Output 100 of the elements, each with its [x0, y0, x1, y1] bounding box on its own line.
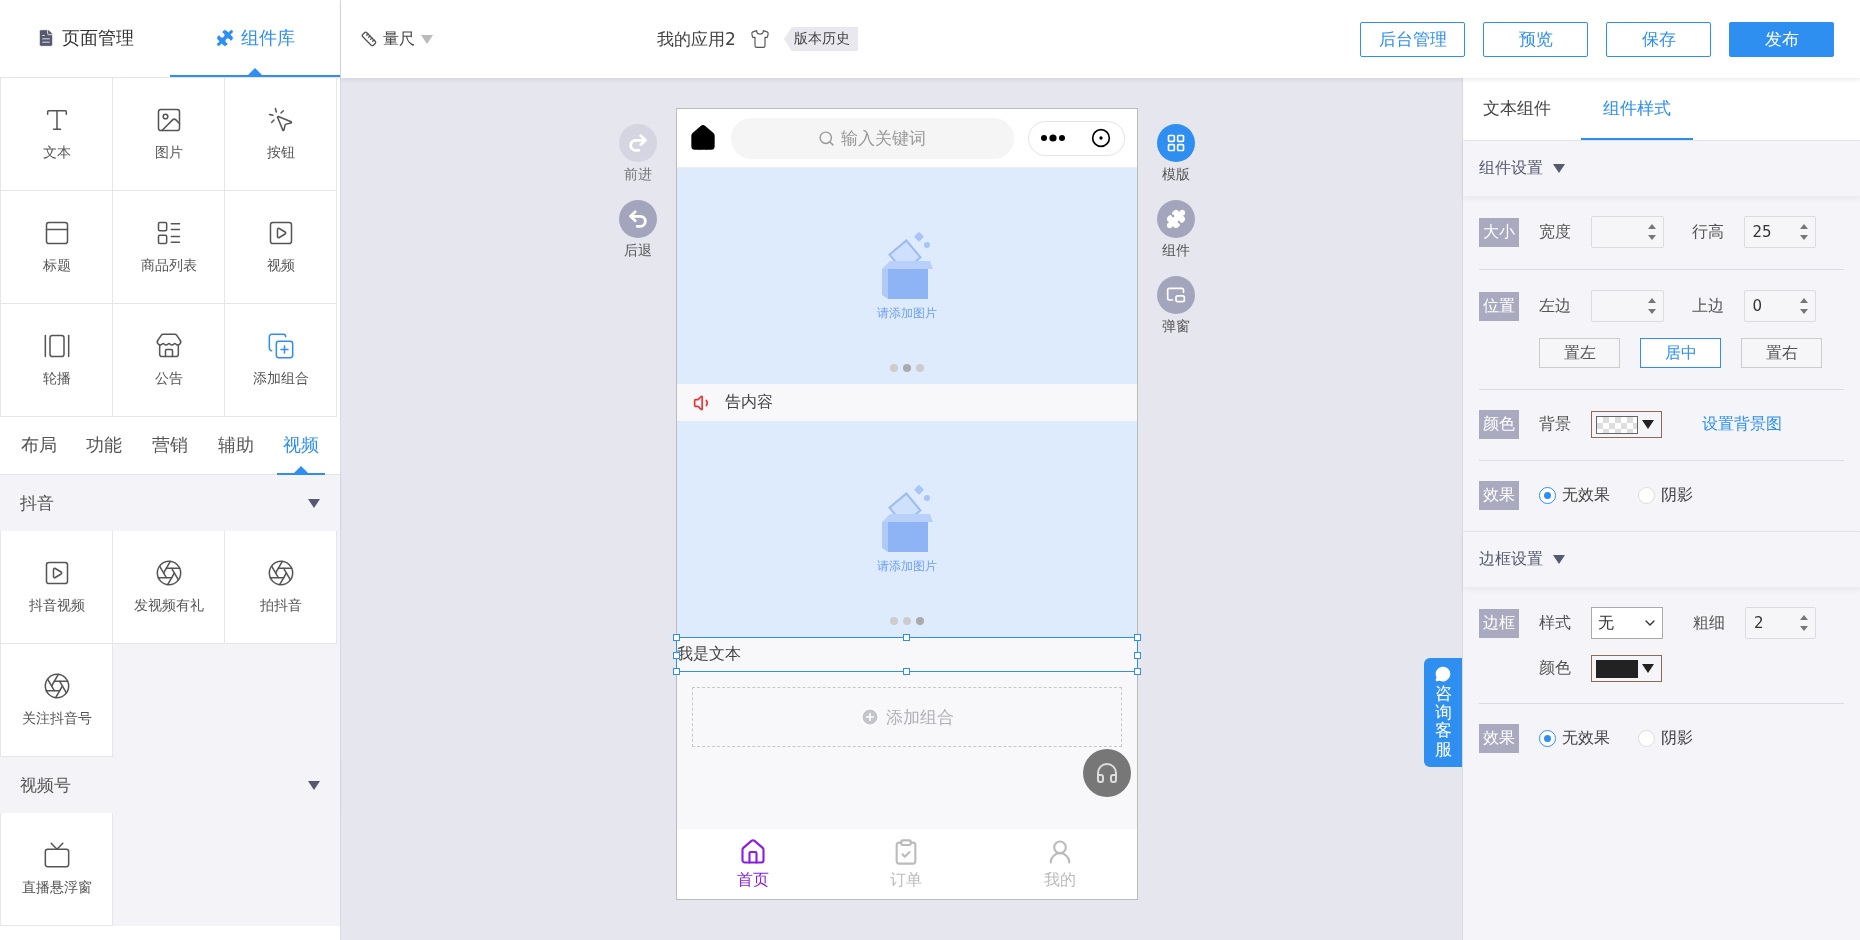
- headset-icon: [1094, 761, 1119, 785]
- image-placeholder-icon: [879, 230, 934, 301]
- number-field[interactable]: 0: [1743, 290, 1816, 322]
- puzzle-icon: [1165, 209, 1186, 229]
- category-tab[interactable]: 辅助: [211, 416, 260, 475]
- field-label: 颜色: [1539, 658, 1572, 679]
- field-label: 背景: [1539, 414, 1572, 435]
- radio-button[interactable]: [1539, 487, 1556, 504]
- component-tile[interactable]: 抖音视频: [1, 531, 113, 644]
- dropdown-triangle-icon[interactable]: [1553, 555, 1565, 564]
- spinner-arrows-icon[interactable]: [1646, 222, 1657, 242]
- section-header[interactable]: 边框设置: [1463, 531, 1860, 587]
- document-icon: [36, 27, 56, 48]
- carousel-dot[interactable]: [902, 617, 911, 625]
- pointer-icon: [266, 106, 295, 134]
- group-header[interactable]: 抖音: [0, 475, 340, 531]
- radio-label: 无效果: [1562, 485, 1610, 506]
- ruler-dropdown[interactable]: 量尺: [361, 28, 433, 50]
- align-button[interactable]: 居中: [1640, 338, 1721, 368]
- version-history-tag[interactable]: 版本历史: [783, 27, 858, 51]
- category-tab[interactable]: 营销: [146, 416, 194, 475]
- number-field[interactable]: [1591, 290, 1664, 322]
- dropdown-triangle-icon[interactable]: [308, 780, 320, 790]
- component-tile[interactable]: 公告: [113, 304, 225, 417]
- dropdown-triangle-icon[interactable]: [308, 498, 320, 508]
- carousel-dot[interactable]: [915, 364, 924, 372]
- aperture-icon: [42, 672, 71, 700]
- field-label: 宽度: [1539, 221, 1572, 243]
- component-tile[interactable]: 文本: [1, 78, 113, 191]
- carousel-dot[interactable]: [915, 617, 924, 625]
- group-tag: 效果: [1479, 724, 1519, 753]
- radio-button[interactable]: [1539, 730, 1556, 747]
- number-field[interactable]: [1591, 216, 1664, 248]
- component-tile[interactable]: 标题: [1, 191, 113, 304]
- style-tab[interactable]: 文本组件: [1483, 78, 1551, 140]
- component-tile[interactable]: 添加组合: [225, 304, 337, 417]
- component-tile[interactable]: 轮播: [1, 304, 113, 417]
- component-tile[interactable]: 视频: [225, 191, 337, 304]
- field-label: 上边: [1691, 295, 1725, 317]
- record-icon: [1090, 128, 1111, 148]
- dropdown-triangle-icon: [1642, 420, 1654, 429]
- copy-plus-icon: [266, 332, 295, 360]
- color-picker[interactable]: [1591, 411, 1662, 438]
- search-icon: [818, 129, 835, 147]
- store-icon: [154, 332, 183, 360]
- radio-label: 无效果: [1562, 728, 1610, 749]
- panel-tab[interactable]: 页面管理: [0, 0, 170, 77]
- tab-bar-item[interactable]: 首页: [676, 829, 830, 899]
- shirt-icon[interactable]: [749, 29, 770, 49]
- field-label: 样式: [1539, 612, 1572, 634]
- component-tile[interactable]: 商品列表: [113, 191, 225, 304]
- plus-icon: [859, 707, 880, 727]
- undo-icon: [626, 208, 649, 230]
- component-tile[interactable]: 拍抖音: [225, 531, 337, 644]
- dropdown-triangle-icon: [421, 34, 433, 44]
- aperture-icon: [154, 559, 183, 587]
- chat-icon: [1435, 666, 1451, 682]
- more-icon: [1041, 134, 1066, 142]
- color-picker[interactable]: [1591, 655, 1662, 682]
- radio-label: 阴影: [1661, 485, 1693, 506]
- group-tag: 大小: [1479, 217, 1519, 247]
- puzzle-icon: [215, 27, 235, 48]
- dropdown-triangle-icon[interactable]: [1553, 164, 1565, 173]
- home-icon: [739, 837, 768, 866]
- component-tile[interactable]: 图片: [113, 78, 225, 191]
- number-field[interactable]: 2: [1744, 607, 1816, 639]
- align-button[interactable]: 置左: [1539, 338, 1620, 368]
- align-button[interactable]: 置右: [1741, 338, 1822, 368]
- component-tile[interactable]: 直播悬浮窗: [1, 813, 113, 926]
- image-placeholder-icon: [879, 483, 934, 554]
- carousel-dot[interactable]: [889, 364, 898, 372]
- dropdown-triangle-icon: [1642, 664, 1654, 673]
- field-label: 行高: [1691, 221, 1725, 243]
- group-tag: 效果: [1479, 481, 1519, 510]
- category-tab[interactable]: 功能: [80, 416, 129, 475]
- category-tab[interactable]: 布局: [14, 416, 63, 475]
- group-header[interactable]: 视频号: [0, 757, 340, 813]
- grid-icon: [1165, 133, 1186, 153]
- spinner-arrows-icon[interactable]: [1646, 296, 1657, 316]
- redo-icon: [626, 132, 649, 154]
- radio-label: 阴影: [1661, 728, 1693, 749]
- number-field[interactable]: 25: [1743, 216, 1816, 248]
- component-tile[interactable]: 关注抖音号: [1, 644, 113, 757]
- group-tag: 颜色: [1479, 410, 1519, 439]
- section-header[interactable]: 组件设置: [1463, 140, 1860, 196]
- carousel-dot[interactable]: [902, 364, 911, 372]
- headset-button[interactable]: [1082, 749, 1131, 797]
- spinner-arrows-icon[interactable]: [1799, 222, 1809, 242]
- component-tile[interactable]: 按钮: [225, 78, 337, 191]
- spinner-arrows-icon[interactable]: [1799, 296, 1809, 316]
- component-tile[interactable]: 发视频有礼: [113, 531, 225, 644]
- group-tag: 边框: [1479, 608, 1519, 638]
- style-select[interactable]: 无: [1591, 607, 1663, 639]
- carousel-dot[interactable]: [889, 617, 898, 625]
- app-name: 我的应用2: [657, 27, 736, 51]
- spinner-arrows-icon[interactable]: [1799, 613, 1809, 633]
- home-icon[interactable]: [688, 124, 717, 152]
- transparent-swatch: [1596, 415, 1638, 434]
- text-block[interactable]: 我是文本: [675, 637, 1138, 672]
- group-tag: 位置: [1479, 291, 1519, 321]
